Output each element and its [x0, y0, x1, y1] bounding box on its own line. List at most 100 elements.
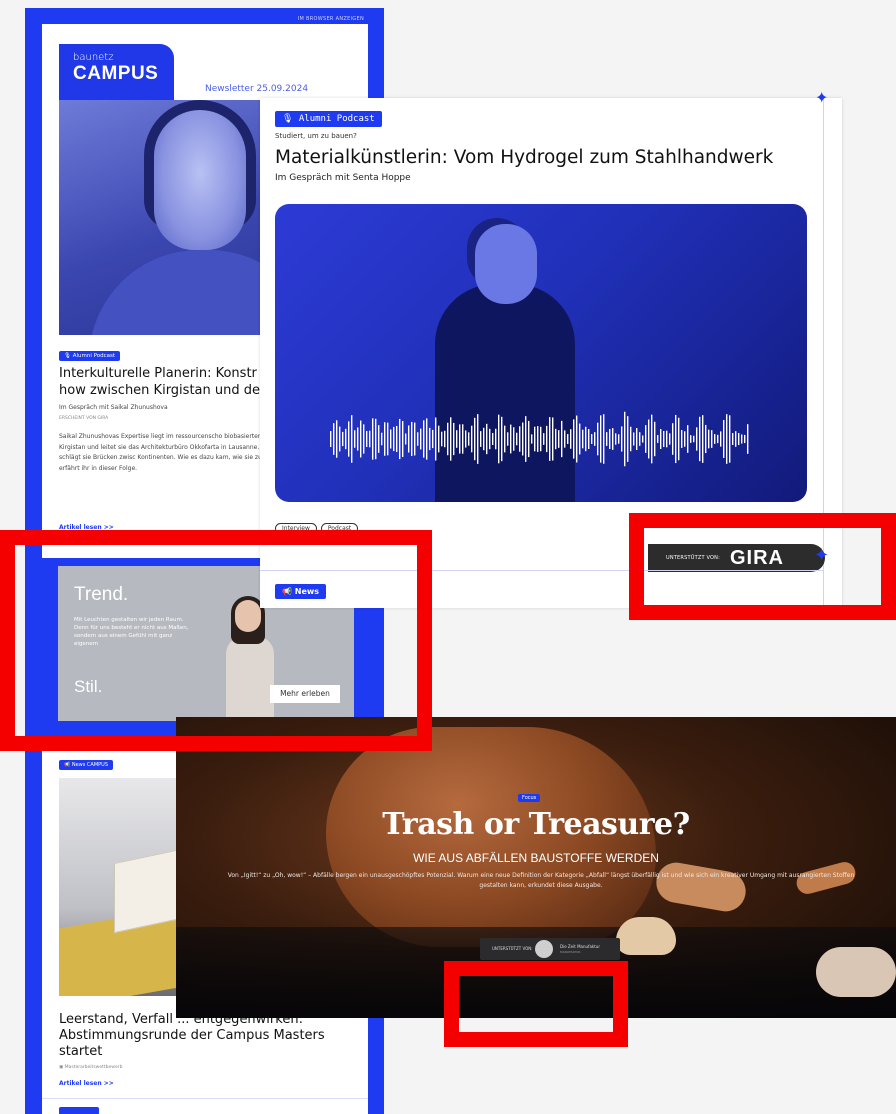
waveform-bar [348, 421, 350, 457]
waveform-bar [597, 422, 599, 456]
waveform-bar [525, 416, 527, 462]
waveform-bar [741, 434, 743, 444]
waveform-bar [639, 432, 641, 446]
waveform-bar [345, 428, 347, 450]
waveform-bar [693, 435, 695, 443]
waveform-bar [543, 433, 545, 445]
article1-badge: 🎙 Alumni Podcast [59, 351, 121, 361]
waveform-bar [570, 429, 572, 449]
waveform-bar [600, 415, 602, 463]
article1-portrait-image[interactable] [59, 100, 289, 335]
waveform-bar [492, 432, 494, 446]
waveform-bar [687, 425, 689, 453]
waveform-bar [393, 426, 395, 452]
waveform-bar [408, 425, 410, 453]
article2-read-link[interactable]: Artikel lesen >> [59, 1080, 114, 1087]
waveform-bar [663, 430, 665, 448]
waveform-bar [411, 421, 413, 457]
waveform-bar [732, 433, 734, 445]
waveform-bar [414, 422, 416, 456]
waveform-bar [627, 416, 629, 462]
waveform-bar [489, 428, 491, 450]
waveform-bar [567, 434, 569, 444]
waveform-bar [522, 422, 524, 456]
waveform-bar [330, 431, 332, 447]
waveform-bar [555, 428, 557, 450]
waveform-bar [519, 426, 521, 452]
waveform-bar [486, 423, 488, 455]
waveform-bar [423, 420, 425, 458]
waveform-bar [711, 430, 713, 448]
waveform-bar [672, 423, 674, 455]
waveform-bar [504, 425, 506, 453]
waveform-bar [444, 430, 446, 448]
waveform-bar [630, 426, 632, 452]
waveform-bar [678, 417, 680, 461]
highlight-box-ad [0, 530, 432, 751]
newsletter-date: Newsletter 25.09.2024 [205, 84, 309, 94]
hero-shell [816, 947, 896, 997]
article2-title[interactable]: Leerstand, Verfall ... entgegenwirken: A… [59, 1012, 359, 1060]
waveform-bar [432, 429, 434, 449]
focus-badge: Focus [518, 794, 541, 802]
waveform-bar [513, 427, 515, 451]
waveform-bar [615, 433, 617, 445]
waveform-bar [360, 420, 362, 458]
podcast-title[interactable]: Materialkünstlerin: Vom Hydrogel zum Sta… [275, 147, 773, 168]
waveform-bar [582, 429, 584, 449]
waveform-bar [339, 426, 341, 452]
waveform-bar [426, 418, 428, 460]
waveform-bar [450, 417, 452, 461]
waveform-bar [717, 434, 719, 444]
waveform-bar [735, 431, 737, 447]
portrait-face [154, 110, 246, 250]
waveform-bar [588, 429, 590, 449]
waveform-bar [351, 415, 353, 463]
waveform-bar [441, 431, 443, 447]
hero-title: Trash or Treasure? [382, 807, 690, 842]
sponsor-brand-sub: MANUFAKTUR [560, 950, 581, 954]
baunetz-campus-logo[interactable]: baunetz CAMPUS [59, 44, 174, 102]
waveform-bar [396, 425, 398, 453]
waveform-bar [579, 423, 581, 455]
waveform-bar [705, 424, 707, 454]
article1-subtitle: Im Gespräch mit Saikal Zhunushova [59, 404, 168, 411]
sponsor-label: UNTERSTÜTZT VON: [492, 946, 533, 951]
view-in-browser-link[interactable]: IM BROWSER ANZEIGEN [298, 16, 364, 22]
hero-sponsor-badge[interactable]: UNTERSTÜTZT VON: Die Zeit Manufaktur MAN… [480, 938, 620, 960]
waveform-bar [399, 418, 401, 460]
waveform-bar [657, 435, 659, 443]
waveform-bar [642, 435, 644, 443]
waveform-bar [465, 430, 467, 448]
waveform-bar [510, 424, 512, 454]
waveform-bar [603, 414, 605, 464]
article2-badge: 📢 News CAMPUS [59, 760, 114, 770]
sponsor-seal-icon [535, 940, 553, 958]
podcast-media-image[interactable] [275, 204, 807, 502]
audio-waveform-icon [330, 411, 749, 467]
waveform-bar [609, 429, 611, 449]
waveform-bar [372, 418, 374, 460]
figure-head [475, 224, 537, 304]
waveform-bar [480, 431, 482, 447]
waveform-bar [675, 414, 677, 464]
waveform-bar [549, 417, 551, 461]
waveform-bar [561, 420, 563, 458]
waveform-bar [471, 425, 473, 453]
waveform-bar [336, 420, 338, 458]
waveform-bar [720, 431, 722, 447]
waveform-bar [528, 420, 530, 458]
waveform-bar [342, 431, 344, 447]
waveform-bar [501, 416, 503, 462]
waveform-bar [540, 426, 542, 452]
waveform-bar [477, 414, 479, 464]
waveform-bar [669, 433, 671, 445]
waveform-bar [381, 432, 383, 446]
waveform-bar [405, 433, 407, 445]
waveform-bar [387, 422, 389, 456]
waveform-bar [333, 423, 335, 455]
waveform-bar [738, 432, 740, 446]
waveform-bar [366, 431, 368, 447]
waveform-bar [552, 417, 554, 461]
waveform-bar [594, 432, 596, 446]
